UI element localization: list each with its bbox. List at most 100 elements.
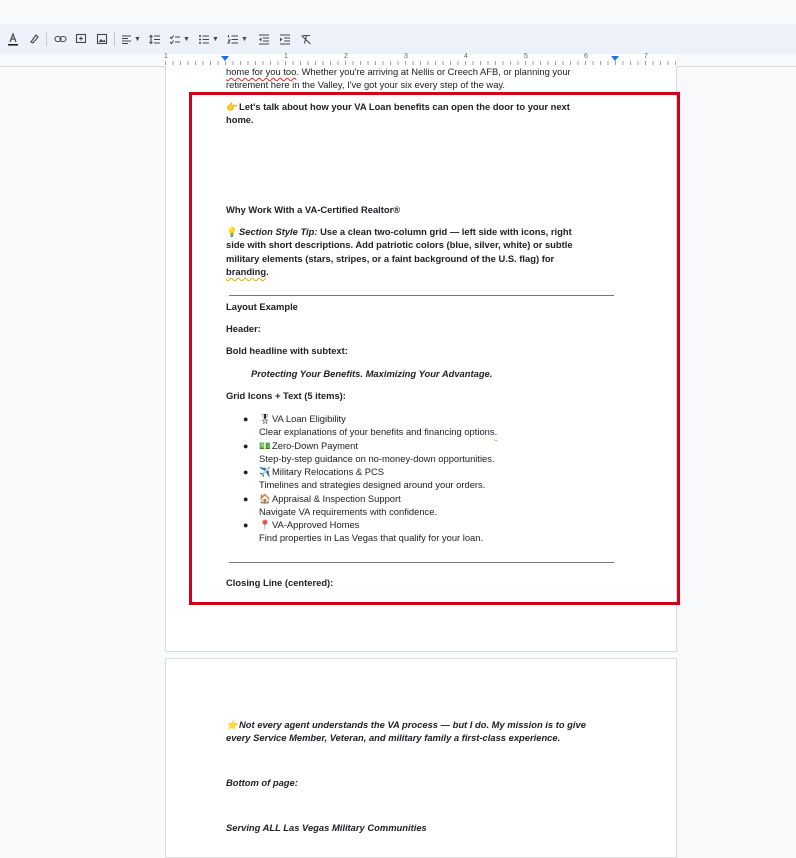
text-run: Use a clean two-column grid — left side … — [317, 226, 572, 237]
chevron-down-icon: ▼ — [241, 35, 248, 43]
bold-headline-label: Bold headline with subtext: — [226, 345, 348, 356]
grammar-suggestion-text: branding — [226, 266, 267, 278]
chevron-down-icon: ▼ — [212, 35, 219, 43]
style-tip-paragraph: 💡Section Style Tip: Use a clean two-colu… — [226, 225, 618, 279]
list-item: 📍VA-Approved Homes Find properties in La… — [259, 518, 619, 544]
tip-label: Section Style Tip: — [239, 226, 318, 237]
horizontal-rule — [229, 295, 614, 296]
list-item: 🎖VA Loan Eligibility Clear explanations … — [259, 412, 619, 438]
star-icon: ⭐ — [226, 719, 238, 730]
ruler-number: 1 — [284, 53, 288, 60]
cta-paragraph: 👉Let's talk about how your VA Loan benef… — [226, 100, 618, 127]
list-item-title: VA-Approved Homes — [272, 519, 360, 530]
list-item: 🏠Appraisal & Inspection Support Navigate… — [259, 492, 619, 518]
list-item: 💵Zero-Down Payment Step-by-step guidance… — [259, 439, 619, 465]
clear-formatting-icon — [301, 34, 311, 44]
formatting-toolbar: ▼ ▼ ▼ ▼ — [0, 24, 796, 54]
align-left-icon — [122, 34, 131, 44]
grid-label: Grid Icons + Text (5 items): — [226, 390, 346, 401]
horizontal-rule — [229, 562, 614, 563]
serving-line: Serving ALL Las Vegas Military Communiti… — [226, 822, 427, 833]
money-icon: 💵 — [259, 440, 271, 451]
highlighter-icon — [30, 34, 39, 44]
ruler-number: 1 — [164, 53, 168, 60]
insert-image-button[interactable] — [95, 31, 109, 47]
ruler-number: 5 — [524, 53, 528, 60]
checklist-button[interactable]: ▼ — [169, 31, 190, 47]
bullet-icon: ● — [243, 494, 249, 504]
line-spacing-button[interactable] — [148, 31, 162, 47]
image-icon — [96, 33, 108, 45]
decrease-indent-icon — [259, 34, 269, 44]
airplane-icon: ✈️ — [259, 466, 271, 477]
numbered-list-icon — [227, 34, 238, 43]
list-item-desc: Find properties in Las Vegas that qualif… — [259, 532, 484, 544]
pointing-hand-icon: 👉 — [226, 101, 238, 112]
comment-icon — [75, 33, 87, 44]
bulleted-list-icon — [199, 34, 209, 44]
closing-line-label: Closing Line (centered): — [226, 577, 334, 588]
bullet-icon: ● — [243, 520, 249, 530]
insert-link-button[interactable] — [53, 31, 67, 47]
list-item: ✈️Military Relocations & PCS Timelines a… — [259, 465, 619, 491]
house-icon: 🏠 — [259, 493, 271, 504]
toolbar-divider — [114, 32, 115, 46]
text-line: home. — [226, 114, 254, 126]
text-color-icon — [8, 32, 18, 46]
checklist-icon — [169, 34, 180, 44]
text-line: side with short descriptions. Add patrio… — [226, 239, 573, 251]
link-icon — [53, 35, 67, 43]
increase-indent-button[interactable] — [278, 31, 292, 47]
list-item-title: Appraisal & Inspection Support — [272, 493, 401, 504]
list-item-desc: Timelines and strategies designed around… — [259, 479, 486, 491]
intro-paragraph: home for you too. Whether you're arrivin… — [226, 65, 618, 92]
mission-paragraph: ⭐Not every agent understands the VA proc… — [226, 718, 618, 745]
text-line: every Service Member, Veteran, and milit… — [226, 732, 561, 744]
header-label: Header: — [226, 323, 261, 334]
text-run: . Whether you're arriving at Nellis or C… — [296, 66, 571, 77]
layout-example-heading: Layout Example — [226, 301, 298, 312]
ruler-number: 3 — [404, 53, 408, 60]
list-item-title: VA Loan Eligibility — [272, 413, 346, 424]
chevron-down-icon: ▼ — [183, 35, 190, 43]
list-item-desc: Navigate VA requirements with confidence… — [259, 506, 438, 518]
list-item-title: Military Relocations & PCS — [272, 466, 385, 477]
chevron-down-icon: ▼ — [134, 35, 141, 43]
lightbulb-icon: 💡 — [226, 226, 238, 237]
decrease-indent-button[interactable] — [257, 31, 271, 47]
right-indent-marker[interactable] — [611, 56, 619, 61]
bullet-icon: ● — [243, 414, 249, 424]
left-indent-marker[interactable] — [221, 56, 229, 61]
ruler-number: 2 — [344, 53, 348, 60]
line-spacing-icon — [149, 34, 160, 44]
clear-formatting-button[interactable] — [299, 31, 313, 47]
document-page[interactable] — [165, 66, 677, 652]
grammar-suggestion-text: . — [494, 426, 498, 438]
ruler-number: 4 — [464, 53, 468, 60]
bottom-of-page-label: Bottom of page: — [226, 777, 298, 788]
text-run: Not every agent understands the VA proce… — [239, 719, 586, 730]
bulleted-list-button[interactable]: ▼ — [198, 31, 219, 47]
list-item-desc: Step-by-step guidance on no-money-down o… — [259, 453, 495, 465]
spellcheck-text: home for you too — [226, 66, 297, 77]
text-run: Let's talk about how your VA Loan benefi… — [239, 101, 570, 112]
bullet-icon: ● — [243, 441, 249, 451]
numbered-list-button[interactable]: ▼ — [227, 31, 248, 47]
ruler-number: 7 — [644, 53, 648, 60]
list-item-title: Zero-Down Payment — [272, 440, 358, 451]
increase-indent-icon — [280, 34, 290, 44]
highlight-color-button[interactable] — [27, 31, 41, 47]
text-run: . — [266, 266, 269, 278]
text-color-button[interactable] — [6, 31, 20, 47]
text-line: retirement here in the Valley, I've got … — [226, 79, 505, 91]
bullet-icon: ● — [243, 467, 249, 477]
add-comment-button[interactable] — [74, 31, 88, 47]
map-pin-icon: 📍 — [259, 519, 271, 530]
toolbar-divider — [46, 32, 47, 46]
subtext-line: Protecting Your Benefits. Maximizing You… — [251, 368, 493, 379]
list-item-desc: Clear explanations of your benefits and … — [259, 426, 495, 438]
ruler-number: 6 — [584, 53, 588, 60]
align-button[interactable]: ▼ — [121, 31, 141, 47]
medal-icon: 🎖 — [259, 413, 271, 424]
text-line: military elements (stars, stripes, or a … — [226, 252, 555, 264]
